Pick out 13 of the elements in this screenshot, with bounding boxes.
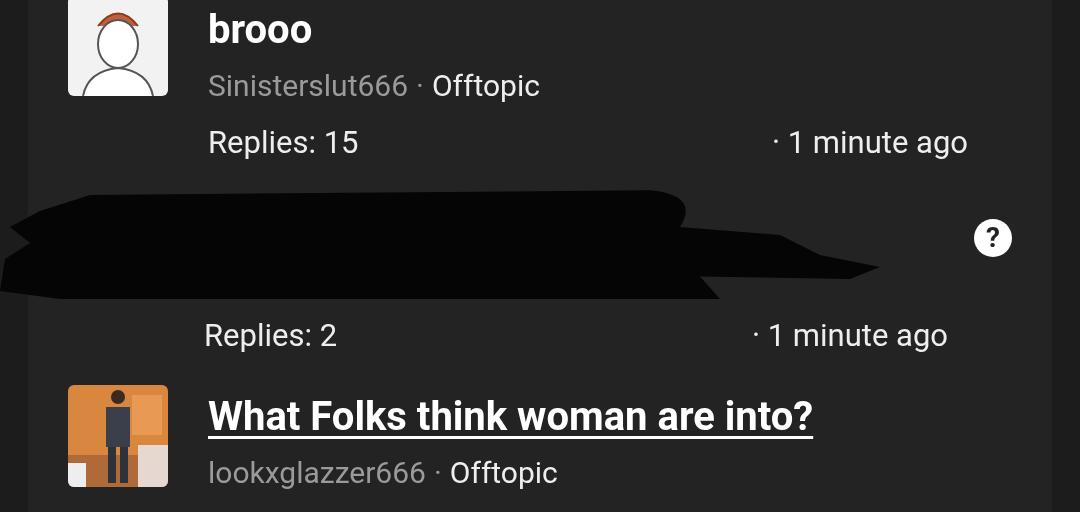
- replies-count: Replies: 15: [208, 123, 359, 163]
- thread-title[interactable]: brooo: [208, 6, 540, 54]
- replies-count: Replies: 2: [204, 315, 338, 356]
- help-icon[interactable]: ?: [974, 218, 1012, 257]
- category-link[interactable]: Offtopic: [431, 68, 540, 104]
- separator: ·: [433, 455, 442, 491]
- post-time: · 1 minute ago: [751, 315, 948, 356]
- author-name[interactable]: lookxglazzer666: [208, 455, 426, 491]
- category-link[interactable]: Offtopic: [449, 455, 558, 491]
- separator: ·: [416, 68, 424, 104]
- post-time: · 1 minute ago: [771, 123, 968, 163]
- author-name[interactable]: Sinisterslut666: [208, 68, 409, 104]
- thread-title[interactable]: What Folks think woman are into?: [208, 393, 814, 441]
